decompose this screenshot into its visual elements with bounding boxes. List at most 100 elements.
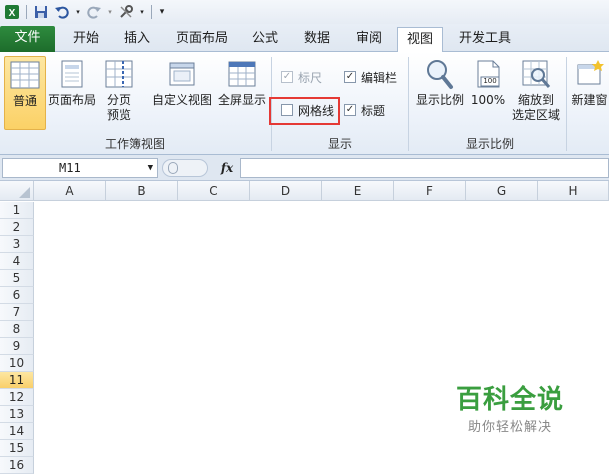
ribbon-tabs: 文件 开始 插入 页面布局 公式 数据 审阅 视图 开发工具 [0, 24, 609, 53]
watermark-title: 百科全说 [455, 385, 564, 415]
column-header-c[interactable]: C [178, 181, 250, 201]
headings-checkbox[interactable]: ✓ 标题 [344, 101, 385, 119]
tab-view[interactable]: 视图 [397, 27, 443, 53]
group-separator [566, 57, 567, 151]
custom-views-button[interactable]: 自定义视图 [150, 56, 214, 130]
tab-developer[interactable]: 开发工具 [450, 27, 520, 52]
page-break-preview-icon [103, 58, 135, 90]
formula-bar-check-icon: ✓ [344, 71, 356, 83]
row-header[interactable]: 15 [0, 440, 34, 457]
row-header[interactable]: 4 [0, 253, 34, 270]
zoom-100-label: 100% [470, 93, 506, 107]
tab-page-layout[interactable]: 页面布局 [166, 27, 238, 52]
page-break-preview-label-1: 分页 [106, 93, 131, 107]
watermark-subtitle: 助你轻松解决 [467, 420, 552, 435]
qat-separator [26, 5, 27, 19]
page-layout-view-icon [56, 58, 88, 90]
insert-function-button[interactable]: fx [218, 159, 236, 177]
group-label-zoom: 显示比例 [465, 137, 514, 151]
zoom-100-button[interactable]: 100 100% [468, 56, 508, 130]
formula-bar-grip-icon[interactable] [162, 159, 208, 177]
ruler-check-icon: ✓ [281, 71, 293, 83]
tab-home[interactable]: 开始 [60, 27, 112, 52]
column-header-e[interactable]: E [322, 181, 394, 201]
formula-bar-label: 编辑栏 [361, 70, 398, 85]
full-screen-icon [226, 58, 258, 90]
tools-icon[interactable] [117, 3, 135, 21]
row-header[interactable]: 2 [0, 219, 34, 236]
zoom-label: 显示比例 [415, 93, 464, 107]
row-header[interactable]: 9 [0, 338, 34, 355]
row-header[interactable]: 1 [0, 202, 34, 219]
magnifier-icon [424, 58, 456, 90]
zoom-100-icon: 100 [472, 58, 504, 90]
zoom-to-selection-button[interactable]: 缩放到 选定区域 [509, 56, 563, 130]
column-header-h[interactable]: H [538, 181, 609, 201]
redo-icon[interactable] [85, 3, 103, 21]
zoom-to-selection-label-2: 选定区域 [511, 108, 560, 122]
name-box[interactable]: M11 ▼ [2, 158, 158, 178]
group-label-show: 显示 [327, 137, 352, 151]
row-header[interactable]: 6 [0, 287, 34, 304]
column-header-b[interactable]: B [106, 181, 178, 201]
tab-review[interactable]: 审阅 [346, 27, 392, 52]
tab-file[interactable]: 文件 [0, 26, 55, 52]
undo-icon[interactable] [53, 3, 71, 21]
excel-logo-icon: X [3, 3, 21, 21]
formula-input[interactable] [240, 158, 609, 178]
column-header-g[interactable]: G [466, 181, 538, 201]
tools-dropdown-icon[interactable]: ▾ [138, 3, 146, 21]
ruler-label: 标尺 [298, 70, 323, 85]
headings-check-icon: ✓ [344, 104, 356, 116]
row-header[interactable]: 5 [0, 270, 34, 287]
row-header[interactable]: 10 [0, 355, 34, 372]
page-break-preview-button[interactable]: 分页 预览 [99, 56, 139, 130]
row-header[interactable]: 14 [0, 423, 34, 440]
page-layout-view-button[interactable]: 页面布局 [47, 56, 97, 130]
row-header[interactable]: 7 [0, 304, 34, 321]
tab-insert[interactable]: 插入 [112, 27, 162, 52]
custom-views-label: 自定义视图 [151, 93, 212, 107]
zoom-button[interactable]: 显示比例 [414, 56, 466, 130]
name-box-dropdown-icon[interactable]: ▼ [148, 159, 153, 177]
ruler-checkbox[interactable]: ✓ 标尺 [281, 68, 322, 86]
normal-view-icon [9, 59, 41, 91]
normal-view-label: 普通 [12, 94, 37, 108]
new-window-button[interactable]: 新建窗 [570, 56, 609, 130]
tab-data[interactable]: 数据 [294, 27, 340, 52]
customize-qat-icon[interactable]: ▾ [157, 3, 167, 21]
zoom-100-badge: 100 [483, 77, 497, 85]
new-window-icon [574, 58, 606, 90]
row-header[interactable]: 8 [0, 321, 34, 338]
zoom-to-selection-icon [520, 58, 552, 90]
gridlines-highlight-box [269, 97, 340, 125]
group-label-workbook-views: 工作簿视图 [104, 137, 165, 151]
custom-views-icon [166, 58, 198, 90]
headings-label: 标题 [361, 103, 386, 118]
column-header-d[interactable]: D [250, 181, 322, 201]
row-header[interactable]: 12 [0, 389, 34, 406]
zoom-to-selection-label-1: 缩放到 [517, 93, 554, 107]
row-header-selected[interactable]: 11 [0, 372, 34, 389]
save-icon[interactable] [32, 3, 50, 21]
name-box-value: M11 [59, 161, 81, 175]
row-header[interactable]: 16 [0, 457, 34, 474]
column-header-f[interactable]: F [394, 181, 466, 201]
undo-dropdown-icon[interactable]: ▾ [74, 3, 82, 21]
normal-view-button[interactable]: 普通 [4, 56, 46, 130]
svg-text:X: X [9, 8, 16, 19]
column-header-a[interactable]: A [34, 181, 106, 201]
full-screen-button[interactable]: 全屏显示 [216, 56, 268, 130]
redo-dropdown-icon[interactable]: ▾ [106, 3, 114, 21]
tab-formulas[interactable]: 公式 [242, 27, 288, 52]
row-header[interactable]: 3 [0, 236, 34, 253]
page-layout-view-label: 页面布局 [47, 93, 96, 107]
page-break-preview-label-2: 预览 [106, 108, 131, 122]
quick-access-toolbar: X ▾ ▾ ▾ ▾ [0, 0, 609, 24]
row-header[interactable]: 13 [0, 406, 34, 423]
select-all-corner[interactable] [0, 181, 34, 201]
formula-bar-checkbox[interactable]: ✓ 编辑栏 [344, 68, 397, 86]
group-separator [408, 57, 409, 151]
full-screen-label: 全屏显示 [217, 93, 266, 107]
formula-bar: M11 ▼ fx [0, 155, 609, 181]
